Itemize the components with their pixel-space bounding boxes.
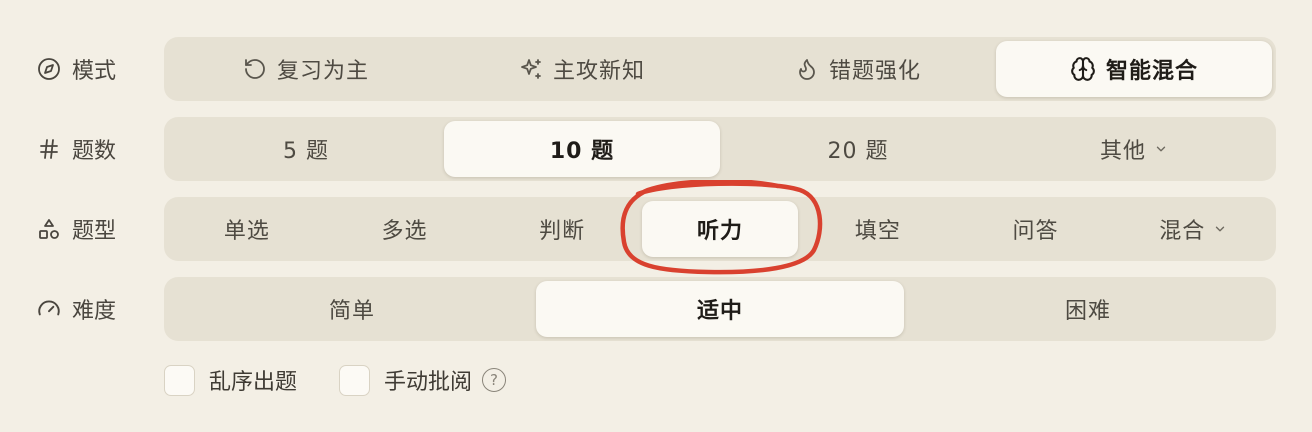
mode-label: 模式 — [36, 37, 116, 101]
type-option-label: 填空 — [854, 219, 901, 244]
type-option-judge[interactable]: 判断 — [483, 201, 641, 257]
mode-segmented-control: 复习为主 主攻新知 错题强化 智能混合 — [164, 37, 1276, 101]
type-option-label: 多选 — [381, 219, 428, 244]
count-option-20[interactable]: 20 题 — [720, 121, 996, 177]
count-option-label: 其他 — [1099, 139, 1146, 164]
count-label: 题数 — [36, 117, 116, 181]
gauge-icon — [36, 296, 62, 322]
type-option-qa[interactable]: 问答 — [957, 201, 1115, 257]
difficulty-option-label: 适中 — [696, 299, 743, 324]
chevron-down-icon — [1213, 222, 1227, 236]
type-option-label: 判断 — [539, 219, 586, 244]
shuffle-label: 乱序出题 — [209, 370, 298, 395]
mode-option-label: 复习为主 — [276, 59, 369, 84]
count-label-text: 题数 — [72, 139, 117, 164]
count-option-label: 20 题 — [827, 139, 889, 164]
count-row: 题数 5 题 10 题 20 题 其他 — [0, 117, 1312, 181]
compass-icon — [36, 56, 62, 82]
type-option-multi[interactable]: 多选 — [326, 201, 484, 257]
difficulty-row: 难度 简单 适中 困难 — [0, 277, 1312, 341]
type-option-single[interactable]: 单选 — [168, 201, 326, 257]
shuffle-checkbox[interactable] — [164, 364, 195, 396]
count-option-other[interactable]: 其他 — [996, 121, 1272, 177]
type-option-label: 听力 — [697, 219, 744, 244]
mode-option-label: 错题强化 — [828, 59, 921, 84]
difficulty-segmented-control: 简单 适中 困难 — [164, 277, 1276, 341]
manual-review-checkbox[interactable] — [339, 364, 371, 396]
type-option-label: 单选 — [223, 219, 270, 244]
manual-review-label: 手动批阅 — [384, 370, 473, 395]
count-option-5[interactable]: 5 题 — [168, 121, 444, 177]
difficulty-option-label: 简单 — [328, 299, 375, 324]
types-label-text: 题型 — [72, 219, 117, 244]
difficulty-option-easy[interactable]: 简单 — [168, 281, 536, 337]
shapes-icon — [36, 216, 62, 242]
mode-label-text: 模式 — [72, 59, 117, 84]
count-option-label: 10 题 — [549, 139, 615, 164]
difficulty-option-medium[interactable]: 适中 — [536, 281, 904, 337]
sparkles-icon — [519, 57, 543, 81]
type-option-mixed[interactable]: 混合 — [1114, 201, 1272, 257]
help-glyph: ? — [490, 371, 499, 389]
count-option-label: 5 题 — [283, 139, 329, 164]
type-option-listening[interactable]: 听力 — [642, 201, 799, 257]
count-option-10[interactable]: 10 题 — [444, 121, 720, 177]
types-row: 题型 单选 多选 判断 听力 填空 问答 混合 — [0, 197, 1312, 261]
count-segmented-control: 5 题 10 题 20 题 其他 — [164, 117, 1276, 181]
difficulty-option-label: 困难 — [1064, 299, 1111, 324]
type-option-label: 混合 — [1159, 219, 1206, 244]
type-option-fill[interactable]: 填空 — [799, 201, 957, 257]
difficulty-label: 难度 — [36, 277, 116, 341]
types-segmented-control: 单选 多选 判断 听力 填空 问答 混合 — [164, 197, 1276, 261]
mode-option-mistakes[interactable]: 错题强化 — [720, 41, 996, 97]
types-label: 题型 — [36, 197, 116, 261]
flame-icon — [795, 57, 819, 81]
mode-option-review[interactable]: 复习为主 — [168, 41, 444, 97]
type-option-label: 问答 — [1012, 219, 1059, 244]
mode-option-smart-mix[interactable]: 智能混合 — [996, 41, 1272, 97]
brain-icon — [1070, 56, 1096, 82]
mode-option-label: 智能混合 — [1105, 59, 1198, 84]
mode-row: 模式 复习为主 主攻新知 错题强化 智能混合 — [0, 37, 1312, 101]
shuffle-option[interactable]: 乱序出题 — [164, 364, 297, 396]
hash-icon — [36, 136, 62, 162]
difficulty-option-hard[interactable]: 困难 — [904, 281, 1272, 337]
options-checkboxes: 乱序出题 手动批阅 ? — [164, 360, 534, 400]
manual-review-option[interactable]: 手动批阅 ? — [339, 364, 507, 396]
rotate-ccw-icon — [243, 57, 267, 81]
chevron-down-icon — [1154, 142, 1168, 156]
mode-option-new[interactable]: 主攻新知 — [444, 41, 720, 97]
difficulty-label-text: 难度 — [72, 299, 117, 324]
help-circle-icon[interactable]: ? — [482, 368, 507, 392]
mode-option-label: 主攻新知 — [552, 59, 645, 84]
